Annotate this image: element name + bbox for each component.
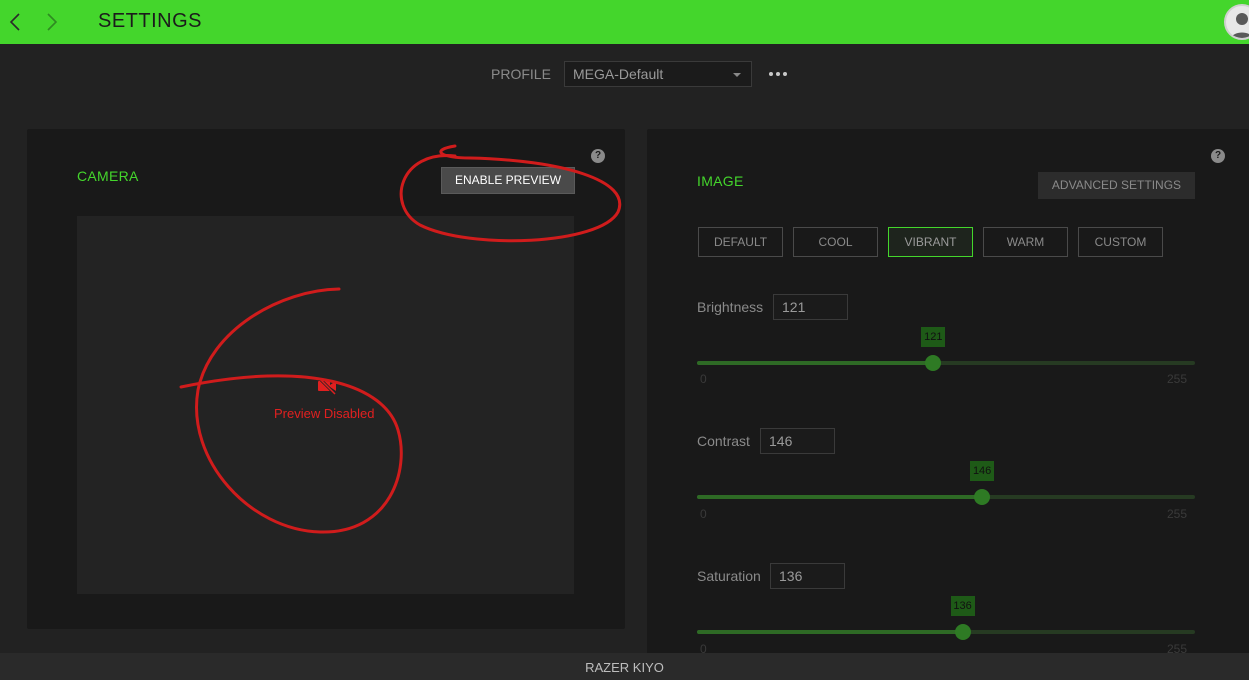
- dot: [769, 72, 773, 76]
- device-footer: RAZER KIYO: [0, 653, 1249, 680]
- preset-warm-button[interactable]: WARM: [983, 227, 1068, 257]
- brightness-label: Brightness: [697, 299, 764, 315]
- contrast-slider[interactable]: 146: [697, 461, 1195, 505]
- help-icon[interactable]: ?: [591, 149, 605, 163]
- preset-default-button[interactable]: DEFAULT: [698, 227, 783, 257]
- top-bar: SETTINGS: [0, 0, 1249, 44]
- preset-vibrant-button[interactable]: VIBRANT: [888, 227, 973, 257]
- brightness-value-bubble: 121: [921, 327, 946, 347]
- saturation-slider[interactable]: 136: [697, 596, 1195, 640]
- contrast-min-label: 0: [700, 507, 707, 521]
- brightness-input[interactable]: [773, 294, 848, 320]
- contrast-max-label: 255: [1167, 507, 1188, 521]
- camera-preview-area: [77, 216, 574, 594]
- contrast-slider-thumb[interactable]: [974, 489, 991, 505]
- help-icon[interactable]: ?: [1211, 149, 1225, 163]
- chevron-right-icon[interactable]: [42, 10, 62, 34]
- contrast-input[interactable]: [760, 428, 835, 454]
- saturation-slider-fill: [697, 630, 963, 634]
- dot: [783, 72, 787, 76]
- preview-status-text: Preview Disabled: [274, 406, 375, 421]
- preset-custom-button[interactable]: CUSTOM: [1078, 227, 1163, 257]
- saturation-slider-thumb[interactable]: [954, 624, 971, 640]
- enable-preview-button[interactable]: ENABLE PREVIEW: [441, 167, 575, 194]
- preset-cool-button[interactable]: COOL: [793, 227, 878, 257]
- brightness-slider-fill: [697, 361, 934, 365]
- saturation-value-bubble: 136: [950, 596, 975, 616]
- brightness-slider[interactable]: 121: [697, 327, 1195, 371]
- dot: [776, 72, 780, 76]
- image-section-title: IMAGE: [697, 173, 744, 189]
- caret-down-icon: [733, 73, 741, 77]
- profile-dropdown[interactable]: MEGA-Default: [564, 61, 752, 87]
- profile-dropdown-value: MEGA-Default: [573, 66, 664, 82]
- advanced-settings-button[interactable]: ADVANCED SETTINGS: [1038, 172, 1195, 199]
- contrast-value-bubble: 146: [970, 461, 995, 481]
- brightness-min-label: 0: [700, 372, 707, 386]
- contrast-label: Contrast: [697, 433, 750, 449]
- saturation-input[interactable]: [770, 563, 845, 589]
- contrast-slider-fill: [697, 495, 983, 499]
- profile-label: PROFILE: [491, 66, 551, 82]
- more-options-icon[interactable]: [766, 66, 790, 82]
- user-avatar-icon[interactable]: [1224, 4, 1249, 40]
- camera-section-title: CAMERA: [77, 168, 139, 184]
- page-title: SETTINGS: [98, 10, 203, 32]
- device-name: RAZER KIYO: [585, 660, 664, 675]
- camera-off-icon: [317, 376, 337, 396]
- saturation-label: Saturation: [697, 568, 761, 584]
- chevron-left-icon[interactable]: [6, 10, 26, 34]
- brightness-max-label: 255: [1167, 372, 1188, 386]
